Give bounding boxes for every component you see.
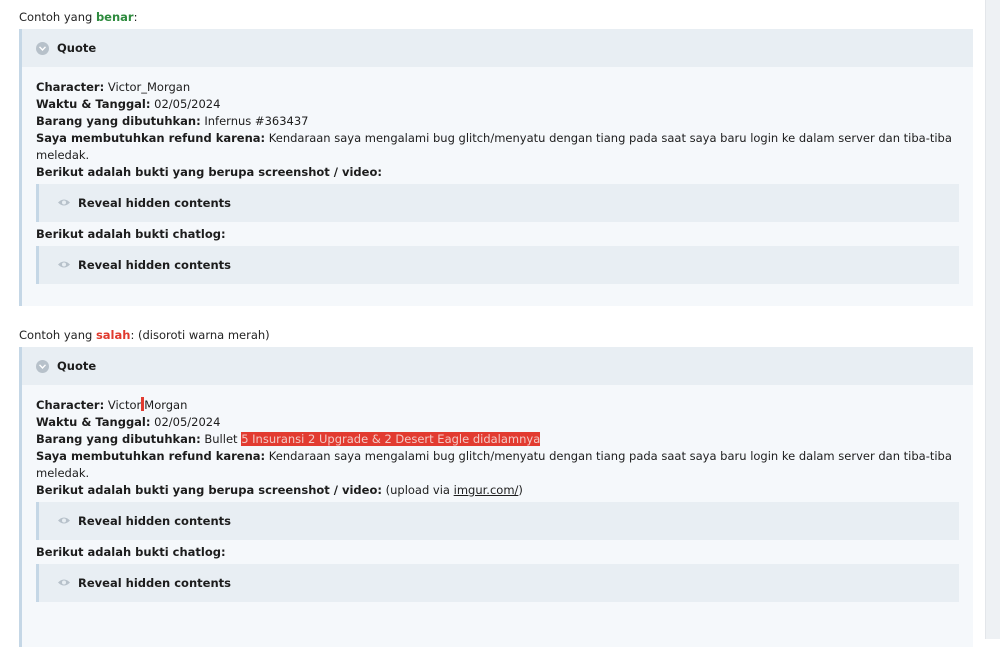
good-item-line: Barang yang dibutuhkan: Infernus #363437 bbox=[36, 113, 959, 130]
bad-character-value-b: Morgan bbox=[144, 398, 188, 412]
bad-proof-note-prefix: (upload via bbox=[381, 483, 454, 497]
good-date-label: Waktu & Tanggal: bbox=[36, 97, 151, 111]
bad-proof-line: Berikut adalah bukti yang berupa screens… bbox=[36, 482, 959, 499]
quote-good: Quote Character: Victor_Morgan Waktu & T… bbox=[19, 29, 973, 306]
quote-good-title: Quote bbox=[57, 41, 97, 55]
bad-spoiler-chatlog-label: Reveal hidden contents bbox=[78, 576, 231, 590]
bad-date-value: 02/05/2024 bbox=[154, 415, 221, 429]
good-reason-label: Saya membutuhkan refund karena: bbox=[36, 131, 266, 145]
quote-good-header[interactable]: Quote bbox=[22, 29, 973, 67]
intro-bad-word: salah bbox=[95, 328, 131, 342]
good-reason-line: Saya membutuhkan refund karena: Kendaraa… bbox=[36, 130, 959, 164]
bad-date-line: Waktu & Tanggal: 02/05/2024 bbox=[36, 414, 959, 431]
good-spoiler-screenshot-label: Reveal hidden contents bbox=[78, 196, 231, 210]
good-spoiler-chatlog-label: Reveal hidden contents bbox=[78, 258, 231, 272]
bad-item-label: Barang yang dibutuhkan: bbox=[36, 432, 201, 446]
bad-chatlog-line: Berikut adalah bukti chatlog: bbox=[36, 544, 959, 561]
good-spoiler-chatlog[interactable]: Reveal hidden contents bbox=[36, 246, 959, 284]
bad-item-line: Barang yang dibutuhkan: Bullet 5 Insuran… bbox=[36, 431, 959, 448]
chevron-down-icon[interactable] bbox=[36, 41, 49, 55]
bad-reason-label: Saya membutuhkan refund karena: bbox=[36, 449, 266, 463]
eye-icon bbox=[57, 576, 71, 590]
bad-spoiler-chatlog[interactable]: Reveal hidden contents bbox=[36, 564, 959, 602]
good-item-label: Barang yang dibutuhkan: bbox=[36, 114, 201, 128]
bad-date-label: Waktu & Tanggal: bbox=[36, 415, 151, 429]
intro-bad: Contoh yang salah: (disoroti warna merah… bbox=[19, 328, 270, 342]
intro-bad-suffix: : (disoroti warna merah) bbox=[130, 328, 270, 342]
intro-good-suffix: : bbox=[133, 10, 138, 24]
good-date-value: 02/05/2024 bbox=[154, 97, 221, 111]
quote-bad: Quote Character: Victor Morgan Waktu & Ta… bbox=[19, 347, 973, 647]
bad-character-line: Character: Victor Morgan bbox=[36, 397, 959, 414]
eye-icon bbox=[57, 258, 71, 272]
bad-reason-line: Saya membutuhkan refund karena: Kendaraa… bbox=[36, 448, 959, 482]
good-date-line: Waktu & Tanggal: 02/05/2024 bbox=[36, 96, 959, 113]
good-proof-label: Berikut adalah bukti yang berupa screens… bbox=[36, 165, 382, 179]
quote-bad-header[interactable]: Quote bbox=[22, 347, 973, 385]
good-character-line: Character: Victor_Morgan bbox=[36, 79, 959, 96]
good-chatlog-line: Berikut adalah bukti chatlog: bbox=[36, 226, 959, 243]
good-character-value: Victor_Morgan bbox=[107, 80, 191, 94]
good-proof-line: Berikut adalah bukti yang berupa screens… bbox=[36, 164, 959, 181]
bad-proof-note-suffix: ) bbox=[518, 483, 523, 497]
intro-good: Contoh yang benar: bbox=[19, 10, 137, 24]
imgur-link[interactable]: imgur.com/ bbox=[454, 483, 519, 497]
quote-bad-title: Quote bbox=[57, 359, 97, 373]
chevron-down-icon[interactable] bbox=[36, 359, 49, 373]
good-spoiler-screenshot[interactable]: Reveal hidden contents bbox=[36, 184, 959, 222]
bad-chatlog-label: Berikut adalah bukti chatlog: bbox=[36, 545, 226, 559]
intro-good-word: benar bbox=[95, 10, 134, 24]
intro-bad-prefix: Contoh yang bbox=[19, 328, 96, 342]
bad-spoiler-screenshot[interactable]: Reveal hidden contents bbox=[36, 502, 959, 540]
eye-icon bbox=[57, 514, 71, 528]
eye-icon bbox=[57, 196, 71, 210]
bad-proof-label: Berikut adalah bukti yang berupa screens… bbox=[36, 483, 382, 497]
bad-character-value-a: Victor bbox=[107, 398, 142, 412]
intro-good-prefix: Contoh yang bbox=[19, 10, 96, 24]
page-scrollbar[interactable] bbox=[985, 0, 1000, 639]
good-character-label: Character: bbox=[36, 80, 105, 94]
bad-character-label: Character: bbox=[36, 398, 105, 412]
bad-item-highlight: 5 Insuransi 2 Upgrade & 2 Desert Eagle d… bbox=[241, 432, 541, 446]
good-chatlog-label: Berikut adalah bukti chatlog: bbox=[36, 227, 226, 241]
bad-item-value: Bullet bbox=[204, 432, 242, 446]
good-item-value: Infernus #363437 bbox=[204, 114, 309, 128]
bad-spoiler-screenshot-label: Reveal hidden contents bbox=[78, 514, 231, 528]
